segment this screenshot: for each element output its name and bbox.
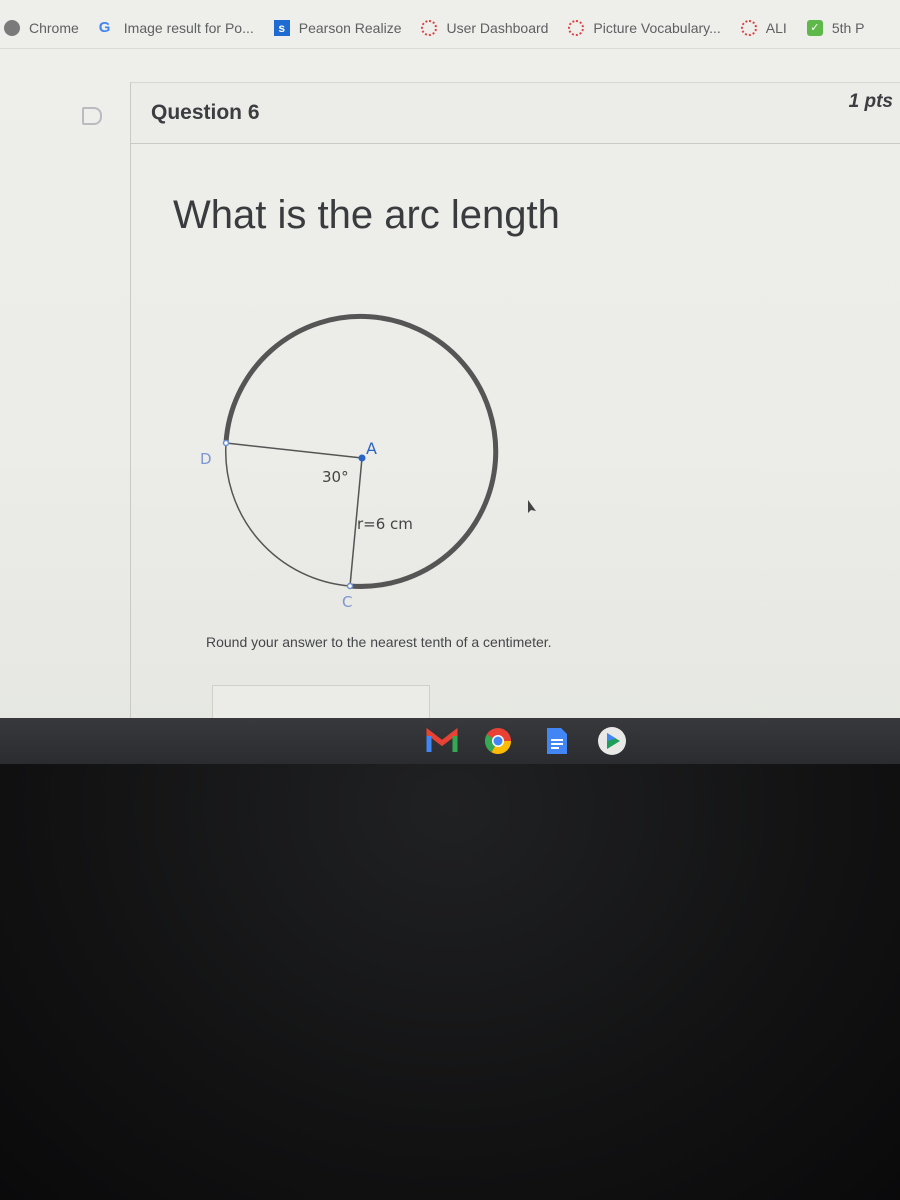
minor-arc — [224, 442, 351, 587]
label-a: A — [366, 439, 377, 458]
circle-diagram: A D C 30° r=6 cm — [200, 313, 536, 611]
radius-ad — [225, 442, 363, 459]
loading-icon — [740, 20, 757, 36]
laptop-keyboard — [0, 764, 900, 1200]
bookmark-label: 5th P — [831, 20, 865, 36]
gmail-icon[interactable] — [426, 726, 458, 756]
bookmark-user-dashboard[interactable]: User Dashboard — [421, 20, 548, 36]
angle-label: 30° — [322, 468, 349, 486]
bookmark-chrome[interactable]: Chrome — [4, 20, 79, 36]
google-icon: G — [98, 19, 111, 36]
label-c: C — [342, 593, 352, 611]
bookmarks-bar: Chrome G Image result for Po... s Pearso… — [0, 8, 900, 49]
major-arc — [223, 313, 499, 589]
bookmark-ali[interactable]: ALI — [740, 20, 787, 36]
mouse-cursor-icon — [528, 500, 536, 513]
point-d — [222, 439, 230, 447]
globe-icon — [4, 20, 20, 36]
bookmark-label: User Dashboard — [446, 20, 549, 36]
bookmark-image-result[interactable]: G Image result for Po... — [98, 19, 254, 37]
docs-icon[interactable] — [540, 726, 572, 756]
bookmark-pearson-realize[interactable]: s Pearson Realize — [273, 20, 402, 36]
question-points: 1 pts — [848, 91, 893, 112]
laptop-screen: Chrome G Image result for Po... s Pearso… — [0, 0, 900, 732]
point-c — [346, 582, 354, 590]
bookmark-label: ALI — [765, 20, 787, 36]
bookmark-label: Pearson Realize — [298, 20, 402, 36]
bookmark-5th-p[interactable]: ✓ 5th P — [806, 20, 865, 36]
check-icon: ✓ — [806, 20, 823, 36]
play-store-icon[interactable] — [596, 726, 628, 756]
loading-icon — [421, 20, 438, 36]
bookmark-label: Chrome — [29, 20, 79, 36]
question-instruction: Round your answer to the nearest tenth o… — [206, 634, 552, 650]
bookmark-label: Image result for Po... — [123, 20, 254, 36]
pearson-icon: s — [273, 20, 290, 36]
bookmark-picture-vocabulary[interactable]: Picture Vocabulary... — [568, 20, 721, 36]
chrome-icon[interactable] — [482, 726, 514, 756]
label-d: D — [200, 450, 212, 468]
radius-label: r=6 cm — [357, 515, 413, 533]
question-prompt: What is the arc length — [173, 193, 560, 237]
point-a — [358, 454, 366, 462]
flag-question-icon[interactable] — [82, 107, 102, 125]
loading-icon — [568, 20, 585, 36]
answer-input[interactable] — [212, 685, 430, 721]
question-title: Question 6 — [151, 101, 260, 124]
question-header: Question 6 1 pts — [131, 82, 900, 144]
bookmark-label: Picture Vocabulary... — [593, 20, 721, 36]
